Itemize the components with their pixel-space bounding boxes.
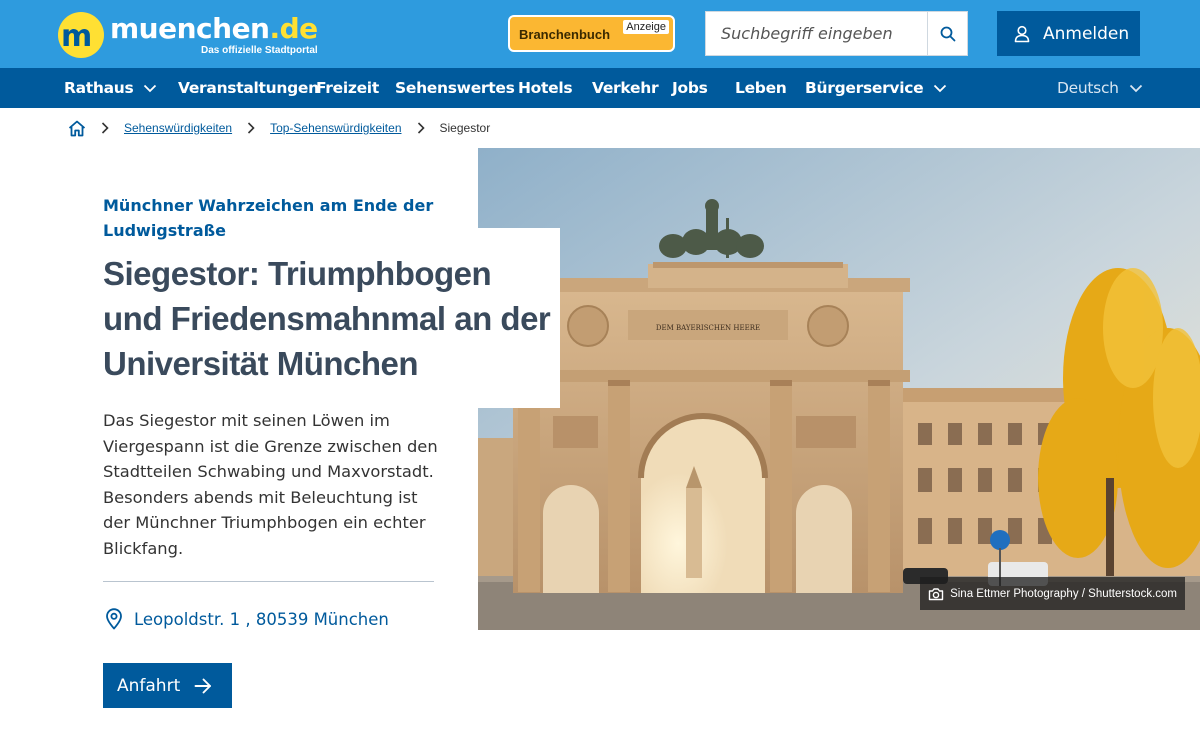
article-kicker: Münchner Wahrzeichen am Ende der Ludwigs… <box>103 196 434 240</box>
breadcrumb-link-sehenswuerdigkeiten[interactable]: Sehenswürdigkeiten <box>124 121 232 135</box>
image-credit: Sina Ettmer Photography / Shutterstock.c… <box>920 577 1185 610</box>
breadcrumb: Sehenswürdigkeiten Top-Sehenswürdigkeite… <box>68 117 490 139</box>
nav-item-veranstaltungen[interactable]: Veranstaltungen <box>178 68 319 108</box>
nav-item-hotels[interactable]: Hotels <box>518 68 573 108</box>
nav-item-leben[interactable]: Leben <box>735 68 787 108</box>
directions-button[interactable]: Anfahrt <box>103 663 232 708</box>
logo-subtitle: Das offizielle Stadtportal <box>200 44 318 56</box>
nav-item-rathaus[interactable]: Rathaus <box>64 68 157 108</box>
login-button[interactable]: Anmelden <box>997 11 1140 56</box>
main-navigation: Rathaus Veranstaltungen Freizeit Sehensw… <box>0 68 1200 108</box>
arrow-right-icon <box>194 678 212 693</box>
ad-badge: Anzeige <box>623 20 669 34</box>
search-input[interactable] <box>706 12 928 55</box>
login-label: Anmelden <box>1043 23 1130 44</box>
search-button[interactable] <box>927 12 967 55</box>
language-select[interactable]: Deutsch <box>1057 68 1143 108</box>
nav-item-verkehr[interactable]: Verkehr <box>592 68 659 108</box>
home-icon[interactable] <box>68 120 86 137</box>
article-lead: Das Siegestor mit seinen Löwen im Vierge… <box>103 411 438 558</box>
address[interactable]: Leopoldstr. 1 , 80539 München <box>105 607 389 631</box>
logo-m-icon: m <box>58 12 104 58</box>
logo-name: muenchen.de <box>110 11 318 45</box>
arch-inscription: DEM BAYERISCHEN HEERE <box>656 324 760 332</box>
site-header: m muenchen.de Das offizielle Stadtportal… <box>0 0 1200 68</box>
search-icon <box>940 26 955 41</box>
chevron-down-icon <box>934 84 947 92</box>
chevron-right-icon <box>247 122 255 134</box>
branchenbuch-label: Branchenbuch <box>519 27 611 42</box>
breadcrumb-current: Siegestor <box>439 121 491 135</box>
branchenbuch-button[interactable]: Branchenbuch Anzeige <box>508 15 675 52</box>
hero-image: DEM BAYERISCHEN HEERE Sina Ettmer Photog… <box>478 148 1200 630</box>
nav-item-buergerservice[interactable]: Bürgerservice <box>805 68 947 108</box>
search-box <box>705 11 968 56</box>
nav-item-sehenswertes[interactable]: Sehenswertes <box>395 68 515 108</box>
nav-item-freizeit[interactable]: Freizeit <box>316 68 379 108</box>
page-title: Siegestor: Triumphbogen und Friedensmahn… <box>103 255 551 382</box>
nav-item-jobs[interactable]: Jobs <box>672 68 708 108</box>
camera-icon <box>928 587 944 601</box>
divider <box>103 581 434 582</box>
location-pin-icon <box>105 608 123 630</box>
chevron-down-icon <box>1129 84 1142 92</box>
user-icon <box>1014 25 1030 42</box>
breadcrumb-link-top-sehenswuerdigkeiten[interactable]: Top-Sehenswürdigkeiten <box>270 121 401 135</box>
site-logo[interactable]: m muenchen.de Das offizielle Stadtportal <box>58 10 318 60</box>
chevron-down-icon <box>144 84 157 92</box>
chevron-right-icon <box>417 122 425 134</box>
chevron-right-icon <box>101 122 109 134</box>
siegestor-photo: DEM BAYERISCHEN HEERE <box>478 148 1200 630</box>
